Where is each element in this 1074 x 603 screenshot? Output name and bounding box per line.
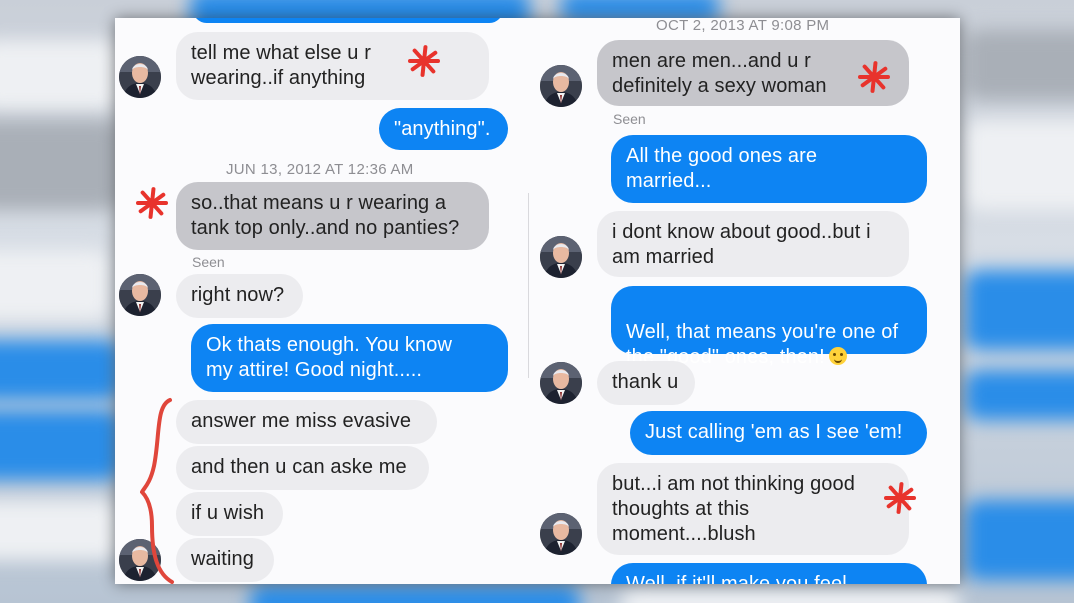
conversation-screenshot: tell me what else u r wearing..if anythi… [115,18,960,584]
person-portrait-icon [540,362,582,404]
red-brace-annotation [140,398,174,584]
person-portrait-icon [540,65,582,107]
message-bubble-incoming: right now? [176,274,303,318]
message-bubble-incoming: and then u can aske me [176,446,429,490]
person-portrait-icon [119,274,161,316]
contact-avatar [119,274,161,316]
message-bubble-incoming: tell me what else u r wearing..if anythi… [176,32,489,100]
seen-indicator: Seen [192,254,225,270]
person-portrait-icon [119,56,161,98]
contact-avatar [540,513,582,555]
message-bubble-incoming: thank u [597,361,695,405]
message-bubble-outgoing: Well, if it'll make you feel [611,563,927,584]
red-asterisk-annotation [858,61,890,93]
contact-avatar [540,362,582,404]
column-divider [528,193,529,378]
message-bubble-incoming: i dont know about good..but i am married [597,211,909,277]
message-bubble-outgoing: All the good ones are married... [611,135,927,203]
smiley-emoji-icon [828,347,847,365]
contact-avatar [540,236,582,278]
message-bubble-incoming: so..that means u r wearing a tank top on… [176,182,489,250]
person-portrait-icon [540,513,582,555]
message-bubble-outgoing: Well, that means you're one of the "good… [611,286,927,368]
message-bubble-outgoing: Just calling 'em as I see 'em! [630,411,927,455]
message-bubble-outgoing: "anything". [379,108,508,150]
person-portrait-icon [540,236,582,278]
contact-avatar [540,65,582,107]
seen-indicator: Seen [613,111,646,127]
message-bubble-incoming: answer me miss evasive [176,400,437,444]
message-timestamp: JUN 13, 2012 AT 12:36 AM [226,161,414,178]
message-bubble-incoming: if u wish [176,492,283,536]
contact-avatar [119,56,161,98]
red-asterisk-annotation [408,45,440,77]
message-timestamp: OCT 2, 2013 AT 9:08 PM [656,18,830,34]
message-bubble-incoming: but...i am not thinking good thoughts at… [597,463,909,555]
message-bubble-incoming: waiting [176,538,274,582]
message-bubble-outgoing: Ok thats enough. You know my attire! Goo… [191,324,508,392]
red-asterisk-annotation [884,482,916,514]
red-asterisk-annotation [136,187,168,219]
message-bubble-outgoing [193,18,503,23]
